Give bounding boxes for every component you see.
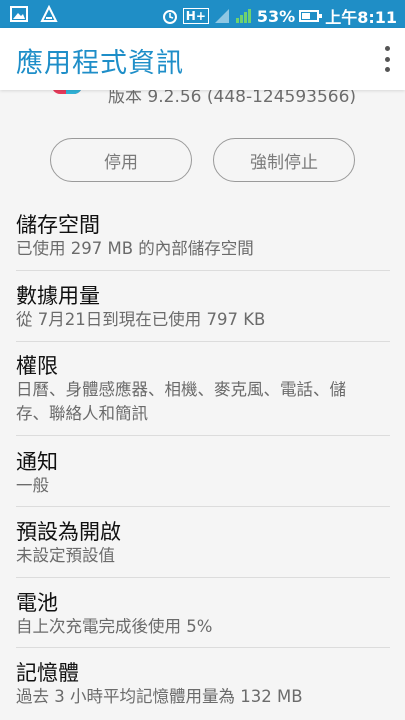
- battery-icon: [299, 10, 323, 22]
- setting-item-title: 電池: [16, 591, 58, 615]
- setting-item-summary: 已使用 297 MB 的內部儲存空間: [16, 239, 254, 258]
- divider: [16, 647, 390, 648]
- divider: [16, 506, 390, 507]
- setting-item-summary: 日曆、身體感應器、相機、麥克風、電話、儲存、聯絡人和簡訊: [16, 380, 346, 423]
- network-type-indicator: H+: [182, 8, 209, 24]
- setting-item-summary: 從 7月21日到現在已使用 797 KB: [16, 310, 266, 329]
- setting-item-summary: 自上次充電完成後使用 5%: [16, 617, 213, 636]
- setting-item-open-by-default[interactable]: 預設為開啟 未設定預設值: [0, 512, 405, 578]
- app-bar: 應用程式資訊: [0, 28, 405, 90]
- disable-button[interactable]: 停用: [50, 138, 192, 182]
- divider: [16, 577, 390, 578]
- wifi-signal-icon: [235, 9, 251, 23]
- force-stop-button[interactable]: 強制停止: [213, 138, 355, 182]
- setting-item-title: 儲存空間: [16, 213, 100, 237]
- setting-item-title: 記憶體: [16, 661, 79, 685]
- setting-item-battery[interactable]: 電池 自上次充電完成後使用 5%: [0, 583, 405, 649]
- setting-item-data-usage[interactable]: 數據用量 從 7月21日到現在已使用 797 KB: [0, 276, 405, 342]
- setting-item-summary: 過去 3 小時平均記憶體用量為 132 MB: [16, 687, 303, 706]
- setting-item-permissions[interactable]: 權限 日曆、身體感應器、相機、麥克風、電話、儲存、聯絡人和簡訊: [0, 346, 405, 436]
- divider: [16, 270, 390, 271]
- setting-item-notifications[interactable]: 通知 一般: [0, 442, 405, 508]
- setting-item-storage[interactable]: 儲存空間 已使用 297 MB 的內部儲存空間: [0, 205, 405, 271]
- setting-item-title: 通知: [16, 450, 58, 474]
- clock: 上午8:11: [325, 8, 397, 27]
- divider: [16, 435, 390, 436]
- more-options-icon[interactable]: [383, 46, 391, 72]
- notification-app-icon: [40, 5, 58, 22]
- setting-item-summary: 未設定預設值: [16, 546, 115, 565]
- setting-item-title: 權限: [16, 354, 58, 378]
- status-bar: H+ 53% 上午8:11: [0, 0, 405, 28]
- page-title: 應用程式資訊: [16, 48, 184, 79]
- setting-item-title: 數據用量: [16, 284, 100, 308]
- divider: [16, 341, 390, 342]
- battery-percent: 53%: [256, 6, 296, 26]
- setting-item-memory[interactable]: 記憶體 過去 3 小時平均記憶體用量為 132 MB: [0, 653, 405, 719]
- setting-item-title: 預設為開啟: [16, 520, 121, 544]
- alarm-icon: [162, 10, 177, 24]
- signal-icon: [214, 9, 229, 23]
- setting-item-summary: 一般: [16, 476, 49, 495]
- gallery-icon: [10, 6, 28, 22]
